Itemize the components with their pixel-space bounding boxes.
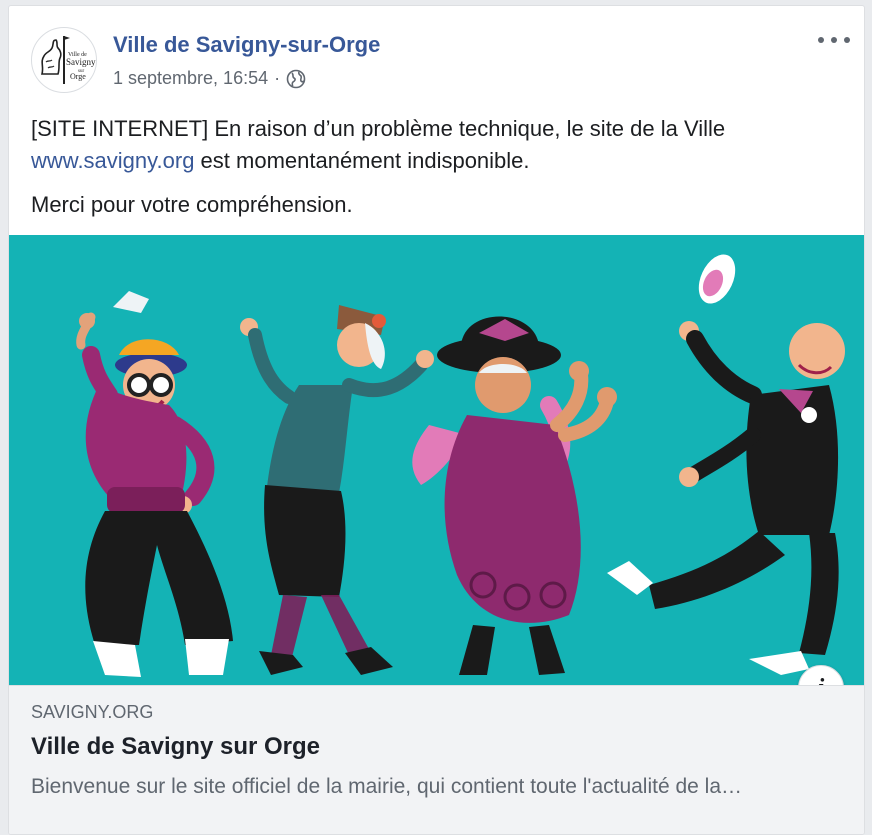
website-link[interactable]: www.savigny.org: [31, 148, 194, 173]
more-options-icon[interactable]: [818, 32, 850, 48]
post-text-line1: [SITE INTERNET] En raison d’un problème …: [31, 116, 726, 141]
link-title[interactable]: Ville de Savigny sur Orge: [31, 733, 320, 761]
post-paragraph-2: Merci pour votre compréhension.: [31, 192, 353, 217]
savigny-logo-icon: Ville de Savigny sur Orge: [40, 36, 96, 84]
meta-separator: ·: [274, 68, 281, 88]
link-domain: SAVIGNY.ORG: [31, 702, 154, 722]
post-header: Ville de Savigny sur Orge Ville de Savig…: [9, 6, 864, 106]
more-dot: [818, 37, 824, 43]
post-meta: 1 septembre, 16:54 ·: [113, 68, 306, 89]
dancing-seniors-illustration: [9, 235, 864, 685]
facebook-post: Ville de Savigny sur Orge Ville de Savig…: [8, 5, 865, 835]
post-timestamp[interactable]: 1 septembre, 16:54: [113, 68, 268, 89]
logo-text-orge: Orge: [70, 72, 86, 81]
more-dot: [831, 37, 837, 43]
post-paragraph-1: [SITE INTERNET] En raison d’un problème …: [31, 113, 851, 177]
link-description: Bienvenue sur le site officiel de la mai…: [31, 775, 743, 798]
link-preview-card[interactable]: SAVIGNY.ORG Ville de Savigny sur Orge Bi…: [9, 685, 864, 834]
globe-icon[interactable]: [286, 69, 306, 89]
shared-link-image[interactable]: [9, 235, 864, 685]
page-avatar[interactable]: Ville de Savigny sur Orge: [31, 27, 97, 93]
page-name-link[interactable]: Ville de Savigny-sur-Orge: [113, 32, 380, 58]
logo-text-savigny: Savigny: [66, 57, 96, 67]
more-dot: [844, 37, 850, 43]
post-text: [SITE INTERNET] En raison d’un problème …: [31, 113, 851, 233]
post-text-line1-after: est momentanément indisponible.: [194, 148, 530, 173]
